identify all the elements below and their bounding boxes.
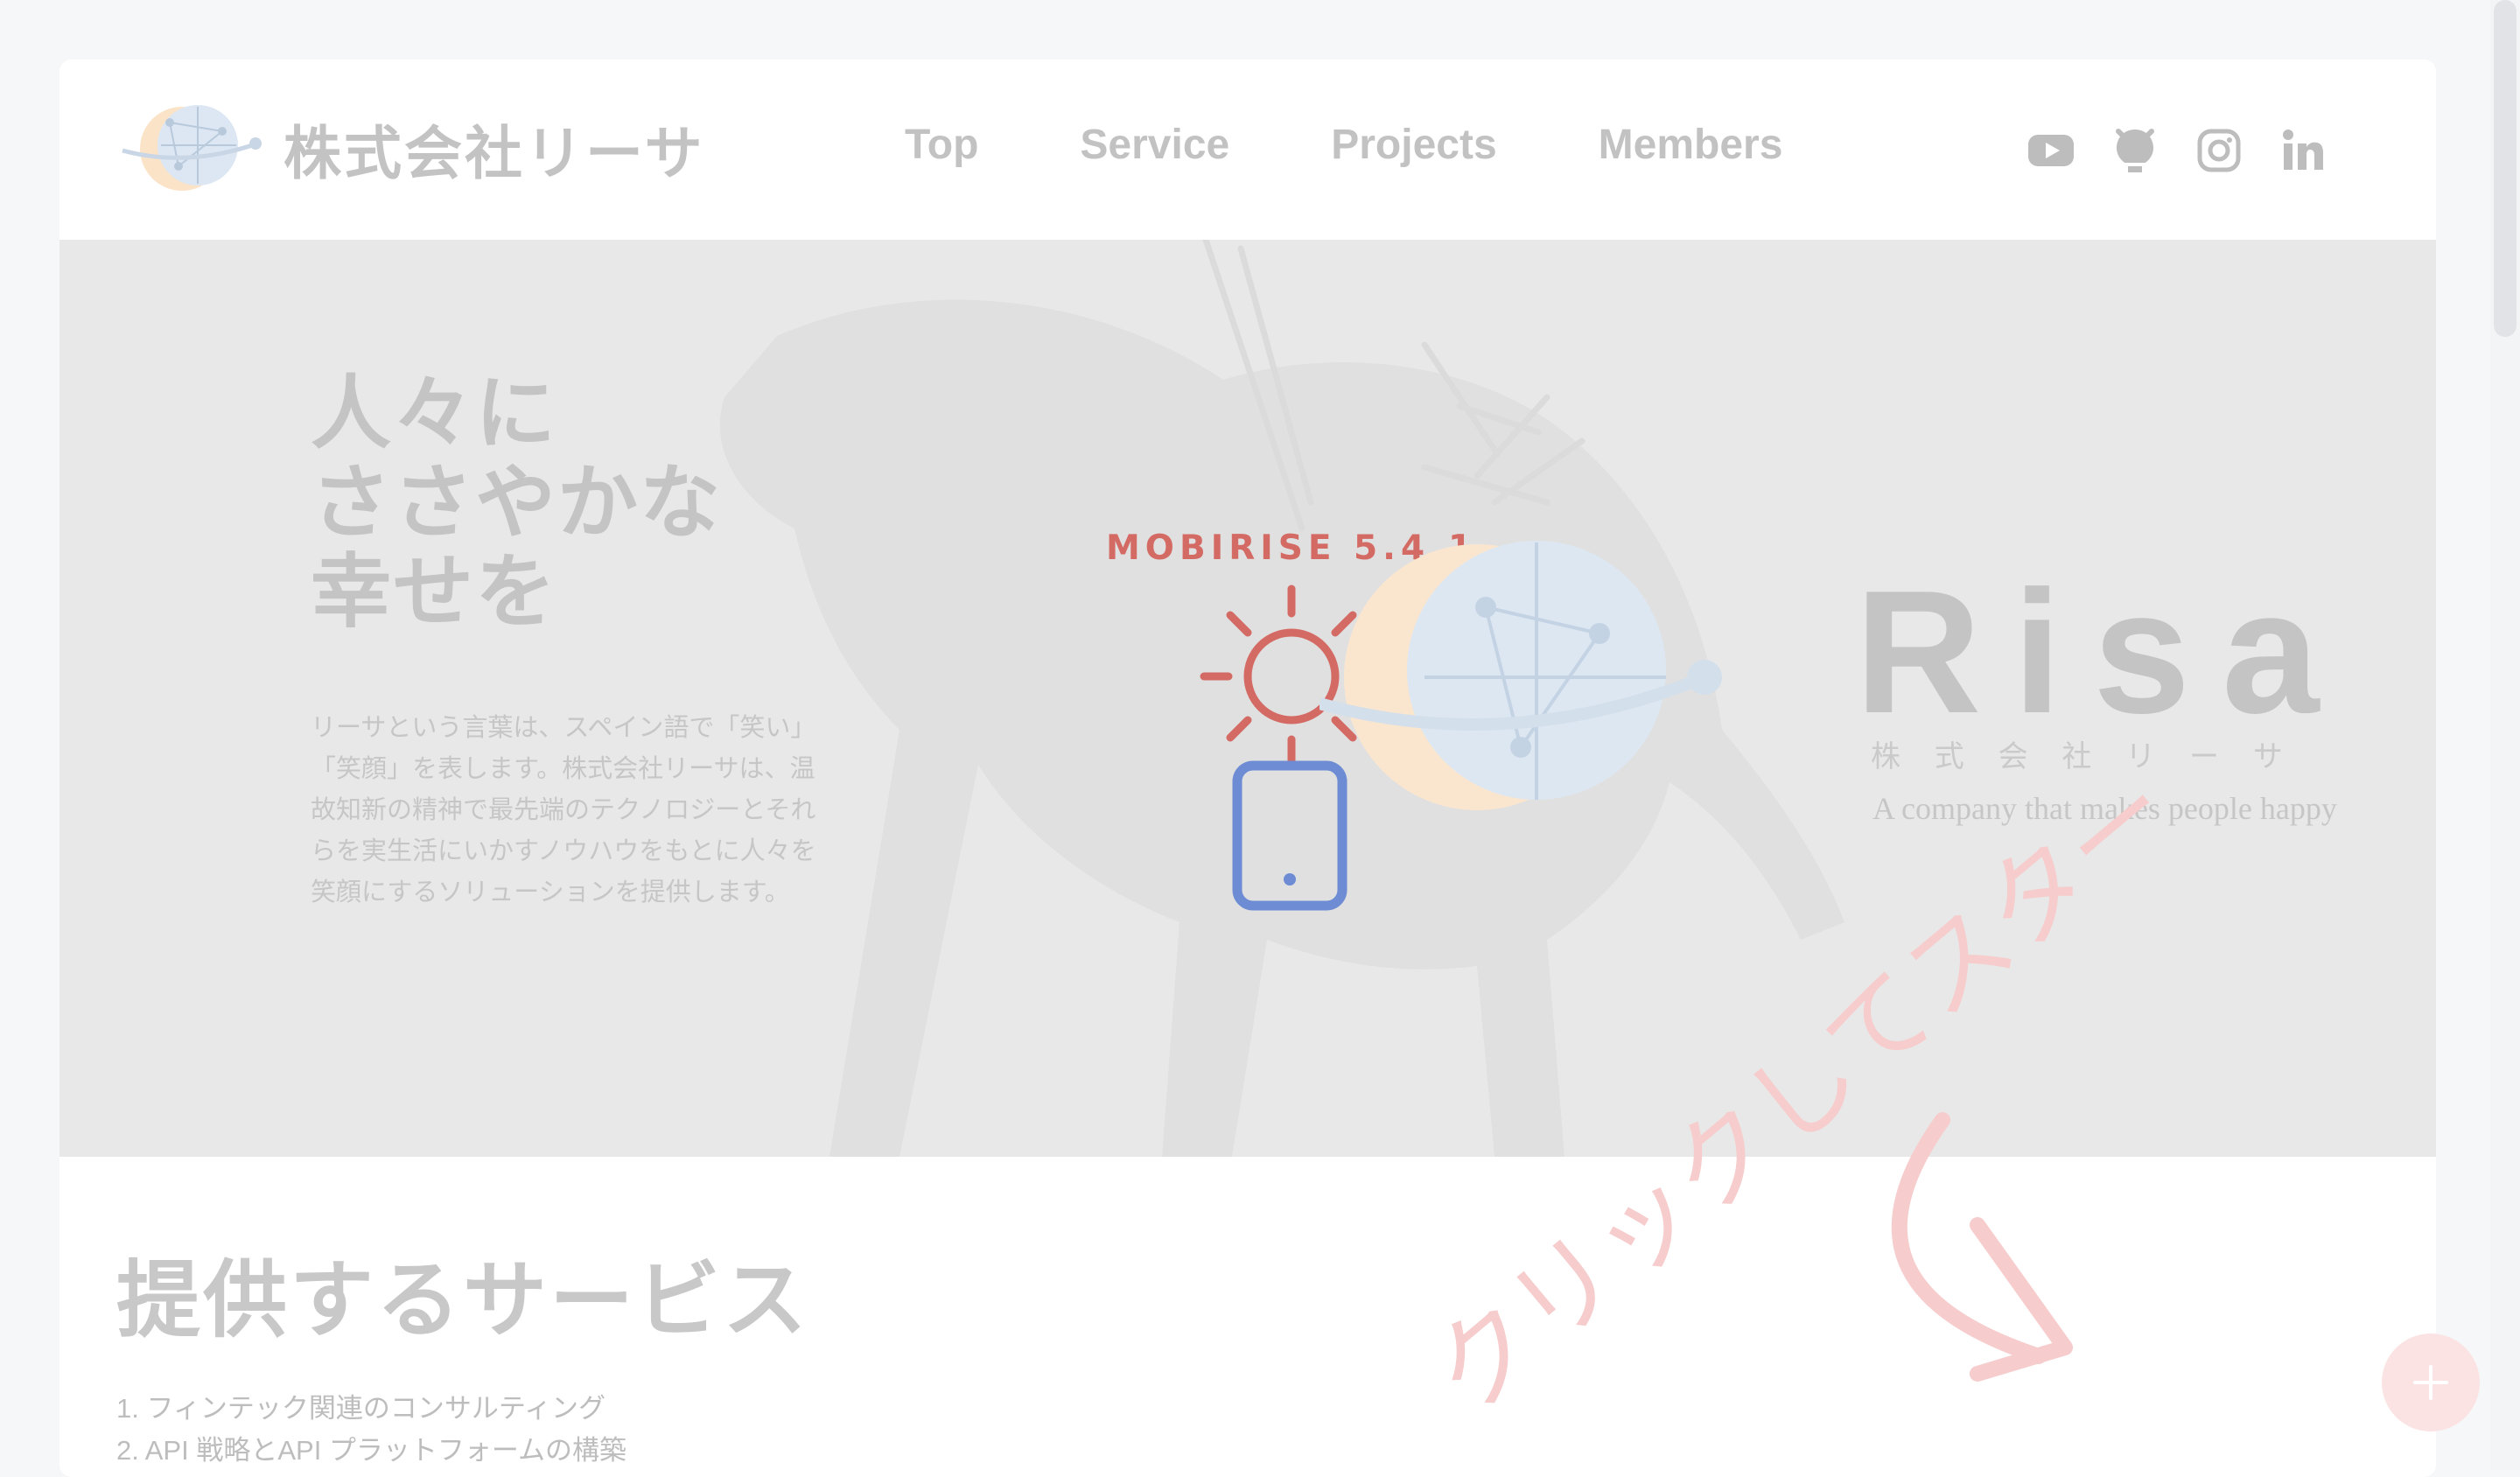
- nav-top[interactable]: Top: [905, 117, 978, 173]
- hero-title-line-2: ささやかな: [311, 456, 723, 550]
- services-item-2: 2. API 戦略とAPI プラットフォームの構築: [116, 1435, 626, 1466]
- brand[interactable]: 株式会社リーサ: [117, 96, 705, 201]
- nav-service[interactable]: Service: [1080, 117, 1229, 173]
- hero-title: 人々に ささやかな 幸せを: [311, 369, 722, 637]
- github-icon[interactable]: [2109, 124, 2161, 177]
- services-list: 1. フィンテック関連のコンサルティング 2. API 戦略とAPI プラットフ…: [116, 1388, 626, 1472]
- click-to-start-hint[interactable]: クリックしてスタート: [1365, 542, 2152, 1470]
- instagram-icon[interactable]: [2193, 124, 2245, 177]
- nav-members[interactable]: Members: [1599, 117, 1783, 173]
- social-links: [2025, 124, 2361, 177]
- hero-description: リーサという言葉は、スペイン語で「笑い」「笑顔」を表します。株式会社リーサは、温…: [311, 712, 816, 906]
- linkedin-icon[interactable]: [2277, 124, 2329, 177]
- hero-title-line-3: 幸せを: [311, 545, 558, 639]
- plus-icon: [2413, 1365, 2448, 1400]
- main-nav: Top Service Projects Members: [905, 117, 1884, 173]
- hint-arrow-icon: [1891, 1112, 2073, 1382]
- brand-logo-icon[interactable]: [117, 96, 262, 201]
- nav-projects[interactable]: Projects: [1331, 117, 1496, 173]
- services-title: 提供するサービス: [116, 1251, 809, 1349]
- scrollbar-track[interactable]: [2490, 0, 2520, 1470]
- hero-title-line-1: 人々に: [311, 367, 558, 460]
- youtube-icon[interactable]: [2025, 124, 2077, 177]
- scrollbar-thumb[interactable]: [2494, 0, 2516, 337]
- site-header: 株式会社リーサ Top Service Projects Members: [60, 60, 2436, 240]
- add-block-button[interactable]: [2382, 1334, 2480, 1432]
- brand-name[interactable]: 株式会社リーサ: [284, 107, 705, 191]
- services-item-1: 1. フィンテック関連のコンサルティング: [116, 1393, 606, 1424]
